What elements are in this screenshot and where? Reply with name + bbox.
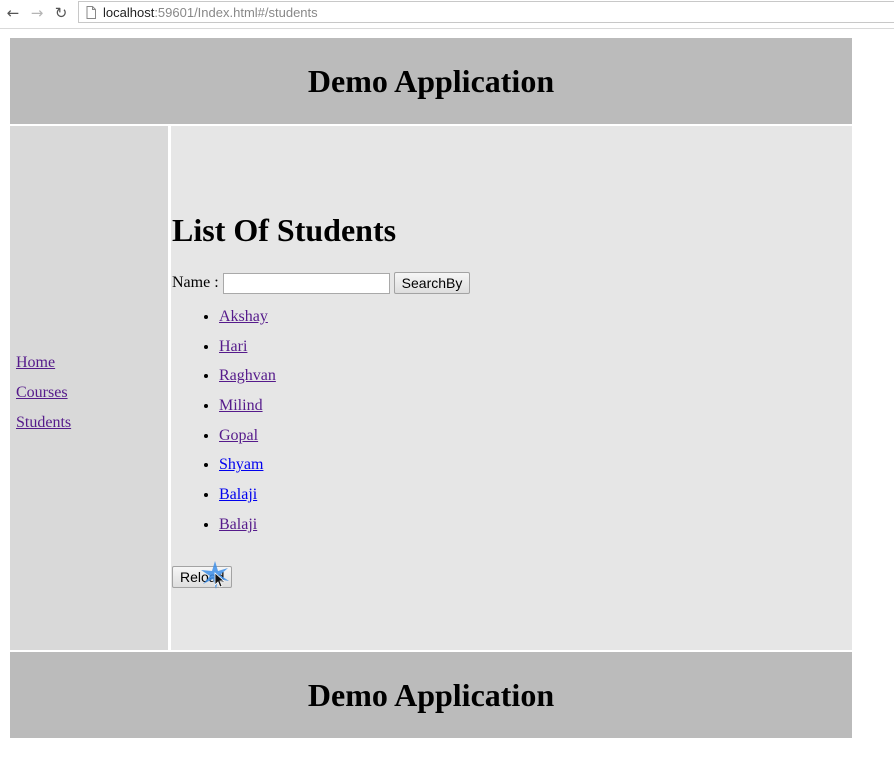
header-title: Demo Application (307, 62, 555, 99)
list-item: Balaji (219, 510, 276, 540)
page-header: Demo Application (10, 38, 852, 124)
sidebar-item-students[interactable]: Students (16, 408, 71, 438)
forward-arrow-icon[interactable]: → (28, 4, 46, 22)
list-item: Raghvan (219, 361, 276, 391)
student-link[interactable]: Hari (219, 338, 247, 355)
list-item: Balaji (219, 480, 276, 510)
sidebar-item-courses[interactable]: Courses (16, 378, 71, 408)
sidebar-nav: Home Courses Students (16, 348, 71, 438)
search-label: Name : (172, 274, 219, 291)
student-link[interactable]: Balaji (219, 486, 257, 503)
sidebar: Home Courses Students (10, 126, 168, 650)
page-title: List Of Students (172, 212, 397, 248)
page-icon (85, 5, 97, 19)
list-item: Akshay (219, 302, 276, 332)
student-link[interactable]: Gopal (219, 427, 258, 444)
student-list: Akshay Hari Raghvan Milind Gopal Shyam B… (171, 302, 276, 540)
student-link[interactable]: Raghvan (219, 367, 276, 384)
page-footer: Demo Application (10, 652, 852, 738)
list-item: Shyam (219, 450, 276, 480)
reload-container: Reload (172, 561, 233, 589)
address-bar[interactable]: localhost:59601/Index.html#/students (78, 1, 894, 23)
app-container: Demo Application Home Courses Students L… (10, 38, 852, 738)
reload-icon[interactable]: ↻ (52, 4, 70, 22)
url-path: :59601/Index.html#/students (154, 4, 318, 20)
browser-toolbar: ← → ↻ localhost:59601/Index.html#/studen… (0, 0, 894, 29)
student-link[interactable]: Balaji (219, 516, 257, 533)
sidebar-item-home[interactable]: Home (16, 348, 71, 378)
url-host: localhost (103, 4, 155, 20)
list-item: Gopal (219, 421, 276, 451)
student-link[interactable]: Milind (219, 397, 263, 414)
search-by-button[interactable]: SearchBy (393, 272, 471, 294)
search-row: Name : SearchBy (172, 272, 471, 294)
student-link[interactable]: Akshay (219, 308, 268, 325)
back-arrow-icon[interactable]: ← (4, 4, 22, 22)
footer-title: Demo Application (307, 676, 555, 713)
reload-button[interactable]: Reload (172, 566, 233, 588)
student-link[interactable]: Shyam (219, 456, 263, 473)
list-item: Hari (219, 332, 276, 362)
main-content: List Of Students Name : SearchBy Akshay … (171, 126, 852, 650)
list-item: Milind (219, 391, 276, 421)
name-search-input[interactable] (222, 272, 390, 294)
